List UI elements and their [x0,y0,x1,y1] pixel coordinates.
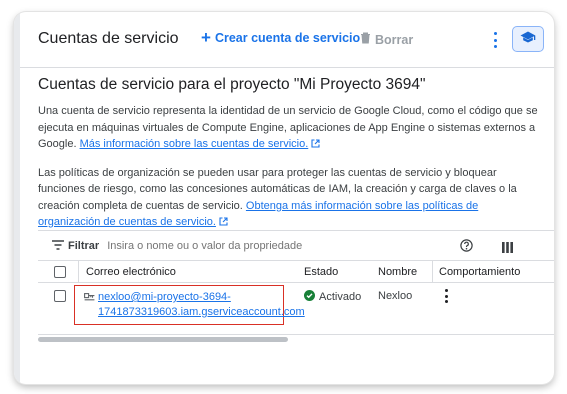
trash-icon [360,32,371,47]
service-accounts-table: Filtrar Correo electrónico Estado Nombre… [38,230,554,335]
policy-paragraph: Las políticas de organización se pueden … [38,165,538,232]
main-content: Cuentas de servicio para el proyecto "Mi… [38,76,538,232]
learn-button[interactable] [512,26,544,52]
status-label: Activado [319,291,362,303]
column-header-behavior: Comportamiento [439,265,521,278]
delete-button[interactable]: Borrar [360,32,413,47]
service-accounts-panel: Cuentas de servicio + Crear cuenta de se… [14,12,554,384]
check-circle-icon [304,290,315,304]
column-header-name[interactable]: Nombre [378,261,417,282]
learn-more-link[interactable]: Más información sobre las cuentas de ser… [80,138,321,150]
help-icon[interactable] [460,239,473,257]
status-cell: Activado [304,290,361,304]
filter-label: Filtrar [68,239,100,252]
select-all-cell [54,261,66,282]
table-row: nexloo@mi-proyecto-3694-1741873319603.ia… [38,283,554,335]
column-header-email[interactable]: Correo electrónico [86,261,176,282]
column-display-icon[interactable] [502,240,513,258]
service-account-email-link[interactable]: nexloo@mi-proyecto-3694-1741873319603.ia… [98,290,305,320]
delete-label: Borrar [375,32,414,47]
page-title: Cuentas de servicio para el proyecto "Mi… [38,76,426,93]
plus-icon: + [201,28,211,47]
header-title: Cuentas de servicio [38,30,179,47]
intro-paragraph: Una cuenta de servicio representa la ide… [38,103,538,154]
horizontal-scrollbar[interactable] [38,337,288,342]
table-header-row: Correo electrónico Estado Nombre Comport… [38,261,554,283]
school-icon [520,30,536,48]
create-label: Crear cuenta de servicio [214,31,361,45]
filter-bar: Filtrar [38,231,554,261]
row-checkbox[interactable] [54,290,66,302]
service-account-key-icon [84,292,95,304]
name-cell: Nexloo [378,290,413,302]
row-actions-icon[interactable] [443,289,449,303]
column-header-status[interactable]: Estado [304,261,338,282]
page-header: Cuentas de servicio + Crear cuenta de se… [20,12,554,68]
more-options-icon[interactable] [490,32,500,48]
external-link-icon [311,137,320,154]
create-service-account-button[interactable]: + Crear cuenta de servicio [201,28,361,47]
row-select-cell [54,285,66,307]
select-all-checkbox[interactable] [54,265,66,278]
filter-input[interactable] [107,239,368,252]
filter-icon[interactable] [52,237,64,255]
